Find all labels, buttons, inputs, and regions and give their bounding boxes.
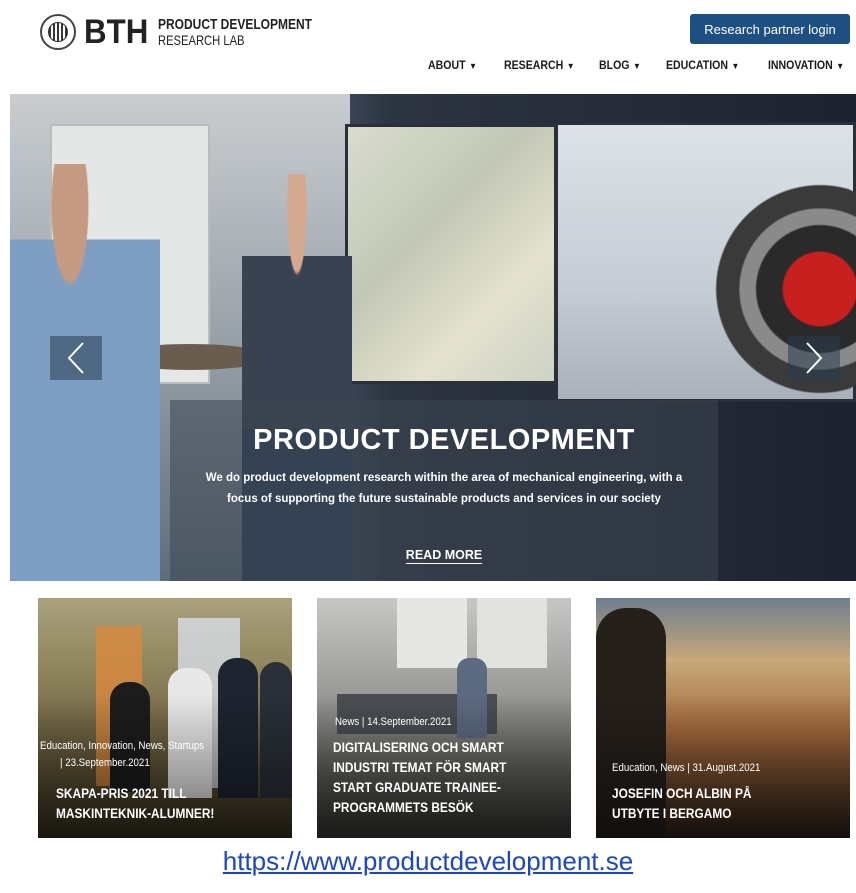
nav-label: EDUCATION [666, 58, 728, 72]
card-meta: Education, News | 31.August.2021 [612, 762, 761, 774]
card-title[interactable]: MASKINTEKNIK-ALUMNER! [56, 804, 214, 824]
slider-next-button[interactable] [788, 336, 840, 380]
news-card[interactable]: Education, News | 31.August.2021 JOSEFIN… [596, 598, 850, 838]
nav-item-innovation[interactable]: INNOVATION ▼ [768, 58, 844, 72]
news-card[interactable]: News | 14.September.2021 DIGITALISERING … [317, 598, 571, 838]
hero-description: We do product development research withi… [205, 472, 683, 505]
hero-slider: PRODUCT DEVELOPMENT We do product develo… [10, 94, 856, 581]
read-more-link-wrap: READ MORE [170, 548, 718, 564]
nav-item-about[interactable]: ABOUT ▼ [428, 58, 477, 72]
news-card[interactable]: Education, Innovation, News, Startups | … [38, 598, 292, 838]
nav-label: BLOG [599, 58, 630, 72]
logo-brand: BTH [84, 13, 149, 51]
nav-label: INNOVATION [768, 58, 833, 72]
main-nav: ABOUT ▼ RESEARCH ▼ BLOG ▼ EDUCATION ▼ INNOVA… [0, 58, 856, 78]
card-title[interactable]: START GRADUATE TRAINEE- [333, 778, 501, 798]
caret-down-icon: ▼ [566, 61, 575, 71]
logo-line2: RESEARCH LAB [157, 31, 245, 48]
caret-down-icon: ▼ [633, 61, 641, 71]
nav-item-research[interactable]: RESEARCH ▼ [504, 58, 575, 72]
hero-title: PRODUCT DEVELOPMENT [253, 424, 635, 456]
card-title[interactable]: DIGITALISERING OCH SMART [333, 738, 504, 758]
nav-item-blog[interactable]: BLOG ▼ [599, 58, 641, 72]
card-meta: News | 14.September.2021 [335, 716, 452, 728]
site-header: BTH PRODUCT DEVELOPMENT RESEARCH LAB Res… [0, 0, 856, 94]
logo-line1: PRODUCT DEVELOPMENT [157, 15, 312, 33]
hero-caption: PRODUCT DEVELOPMENT We do product develo… [170, 400, 718, 581]
card-title[interactable]: PROGRAMMETS BESÖK [333, 798, 474, 818]
card-title[interactable]: JOSEFIN OCH ALBIN PÅ [612, 784, 751, 804]
site-logo[interactable]: BTH PRODUCT DEVELOPMENT RESEARCH LAB [40, 14, 350, 50]
card-title[interactable]: INDUSTRI TEMAT FÖR SMART [333, 758, 506, 778]
card-title[interactable]: SKAPA-PRIS 2021 TILL [56, 784, 187, 804]
hero-photo-map-screen [345, 124, 557, 384]
caret-down-icon: ▼ [469, 61, 477, 71]
card-meta: Education, Innovation, News, Startups [40, 740, 205, 752]
nav-label: ABOUT [428, 58, 466, 72]
caret-down-icon: ▼ [731, 61, 740, 71]
read-more-link[interactable]: READ MORE [405, 548, 483, 564]
card-meta: | 23.September.2021 [60, 757, 150, 769]
research-partner-login-button[interactable]: Research partner login [690, 14, 850, 44]
chevron-left-icon [67, 342, 84, 374]
chevron-right-icon [806, 342, 823, 374]
card-title[interactable]: UTBYTE I BERGAMO [612, 804, 731, 824]
slider-prev-button[interactable] [50, 336, 102, 380]
logo-text: PRODUCT DEVELOPMENT RESEARCH LAB [158, 17, 351, 47]
website-url-link[interactable]: https://www.productdevelopment.se [0, 846, 856, 877]
nav-label: RESEARCH [504, 58, 564, 72]
caret-down-icon: ▼ [836, 61, 845, 71]
nav-item-education[interactable]: EDUCATION ▼ [666, 58, 739, 72]
university-seal-icon [40, 14, 76, 50]
